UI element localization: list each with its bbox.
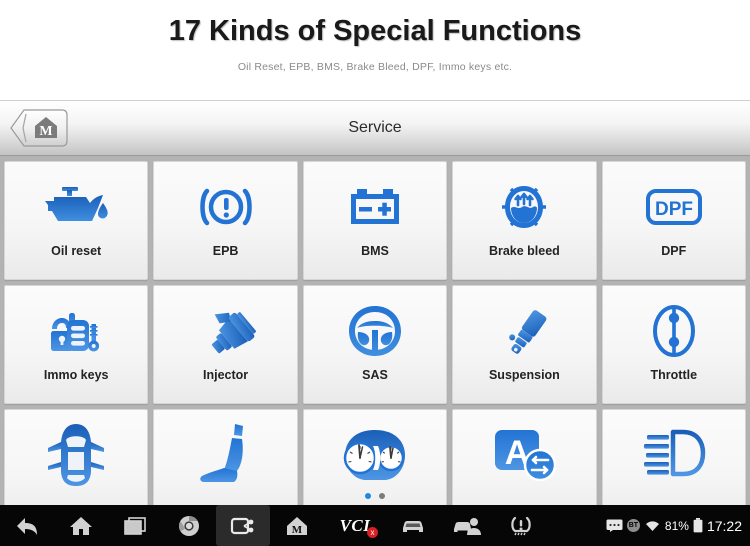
headlight-icon: [635, 419, 713, 491]
svg-text:M: M: [292, 524, 303, 536]
oil-can-icon: [40, 171, 112, 243]
tile-label: Throttle: [650, 368, 698, 382]
tile-epb[interactable]: EPB: [153, 161, 298, 280]
tile-label: SAS: [362, 368, 388, 382]
app-header: M Service: [0, 101, 750, 156]
vci-label: VCI: [339, 515, 371, 535]
chrome-icon[interactable]: [162, 505, 216, 546]
pager-dot-2[interactable]: [379, 493, 385, 499]
vci-error-badge: x: [367, 527, 378, 538]
maxisys-home-button[interactable]: M: [10, 109, 68, 147]
car-seat-icon: [190, 419, 262, 491]
promo-header: 17 Kinds of Special Functions Oil Reset,…: [0, 0, 750, 100]
recents-icon[interactable]: [108, 505, 162, 546]
vehicle-icon[interactable]: [386, 505, 440, 546]
clock-label: 17:22: [706, 517, 742, 534]
pager-dots: [0, 489, 750, 503]
back-icon[interactable]: [0, 505, 54, 546]
tile-label: Immo keys: [43, 368, 109, 382]
android-navigation-bar: M VCI x BT 81% 17:22: [0, 505, 750, 546]
service-function-grid: Oil reset EPB BMS Brake bleed DPF DPF Im…: [0, 156, 750, 519]
tile-label: EPB: [212, 244, 239, 258]
battery-icon: [693, 518, 703, 533]
tile-label: Oil reset: [51, 244, 102, 258]
wifi-icon: [645, 521, 659, 531]
brake-bleed-icon: [488, 171, 560, 243]
tpms-icon[interactable]: [494, 505, 548, 546]
dpf-icon: DPF: [638, 171, 710, 243]
tile-throttle[interactable]: Throttle: [601, 285, 746, 404]
instrument-cluster-icon: [336, 419, 414, 491]
tile-oil-reset[interactable]: Oil reset: [4, 161, 149, 280]
page-subtitle: Oil Reset, EPB, BMS, Brake Bleed, DPF, I…: [237, 61, 513, 73]
tile-label: BMS: [361, 244, 389, 258]
tile-suspension[interactable]: Suspension: [452, 285, 597, 404]
status-indicators: BT 81% 17:22: [606, 518, 750, 534]
tile-label: DPF: [661, 244, 687, 258]
app-header-title: Service: [348, 119, 402, 136]
tile-label: Suspension: [488, 368, 560, 382]
remote-support-icon[interactable]: [440, 505, 494, 546]
epb-brake-icon: [190, 171, 262, 243]
immo-key-lock-icon: [40, 295, 112, 367]
suspension-shock-icon: [488, 295, 560, 367]
tablet-screen: M Service Oil reset EPB BMS Brake bleed …: [0, 100, 750, 546]
vci-status-button[interactable]: VCI x: [324, 505, 386, 546]
maxisys-house-icon[interactable]: M: [270, 505, 324, 546]
tile-label: Injector: [203, 368, 249, 382]
tile-brake-bleed[interactable]: Brake bleed: [452, 161, 597, 280]
svg-text:M: M: [39, 124, 52, 139]
tile-injector[interactable]: Injector: [153, 285, 298, 404]
page-title: 17 Kinds of Special Functions: [168, 15, 582, 47]
tile-label: Brake bleed: [488, 244, 560, 258]
steering-wheel-icon: [339, 295, 411, 367]
battery-icon: [339, 171, 411, 243]
screenshot-icon[interactable]: [216, 505, 270, 546]
battery-percent-label: 81%: [664, 518, 689, 533]
injector-icon: [190, 295, 262, 367]
throttle-body-icon: [638, 295, 710, 367]
dpf-icon-text: DPF: [655, 199, 693, 220]
tile-sas[interactable]: SAS: [302, 285, 448, 404]
pager-dot-1[interactable]: [365, 493, 371, 499]
tile-immo-keys[interactable]: Immo keys: [4, 285, 149, 404]
bluetooth-icon: BT: [626, 519, 640, 532]
car-top-view-icon: [40, 419, 112, 491]
tile-dpf[interactable]: DPF DPF: [601, 161, 746, 280]
home-icon[interactable]: [54, 505, 108, 546]
tile-bms[interactable]: BMS: [302, 161, 448, 280]
language-change-icon: A: [485, 419, 563, 491]
message-icon: [606, 519, 623, 532]
